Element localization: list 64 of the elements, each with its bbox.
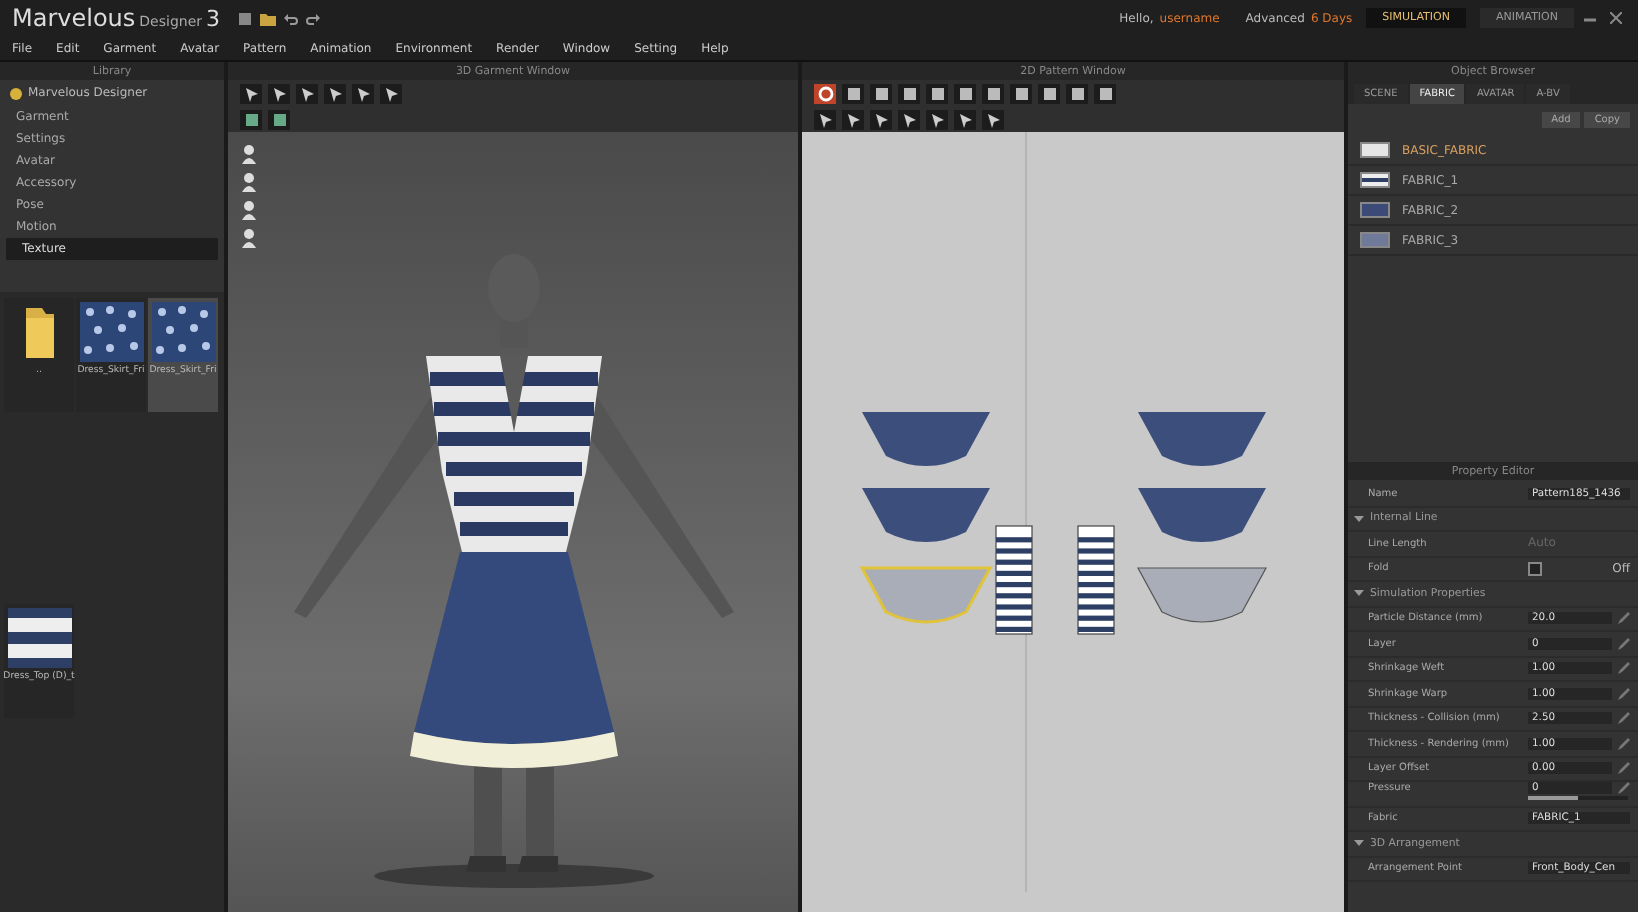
expand-arrow-icon[interactable] [1354, 513, 1364, 524]
avatar-view-button[interactable] [240, 172, 258, 192]
tool-button[interactable] [842, 83, 864, 103]
folder-button[interactable] [258, 10, 279, 28]
tool-button[interactable] [1038, 83, 1060, 103]
tool-button[interactable] [1066, 83, 1088, 103]
save-button[interactable] [236, 10, 255, 28]
redo-button[interactable] [304, 10, 323, 28]
tool-button[interactable] [842, 109, 864, 129]
tool-button[interactable] [380, 83, 402, 103]
pencil-icon[interactable] [1618, 712, 1630, 725]
tool-button[interactable] [898, 109, 920, 129]
pencil-icon[interactable] [1618, 782, 1630, 795]
folder-dot-icon [10, 87, 22, 99]
checkbox[interactable] [1528, 561, 1542, 576]
tool-button[interactable] [324, 83, 346, 103]
tool-button[interactable] [268, 83, 290, 103]
tool-button[interactable] [926, 109, 948, 129]
close-icon [1610, 12, 1622, 24]
tool-button[interactable] [870, 109, 892, 129]
pattern-piece[interactable] [1138, 488, 1266, 542]
tool-button[interactable] [926, 83, 948, 103]
expand-arrow-icon[interactable] [1354, 838, 1364, 849]
pattern-piece[interactable] [862, 488, 990, 542]
tool-button[interactable] [870, 83, 892, 103]
pencil-icon[interactable] [1618, 662, 1630, 675]
fabric-print-thumbnail [151, 302, 215, 362]
tool-button[interactable] [268, 109, 290, 129]
app-version: 3 [206, 6, 221, 32]
tool-button[interactable] [814, 109, 836, 129]
avatar-view-button[interactable] [240, 200, 258, 220]
app-logo-text: Marvelous [12, 4, 136, 32]
close-button[interactable] [1606, 8, 1626, 28]
pencil-icon[interactable] [1618, 612, 1630, 625]
tool-button[interactable] [982, 83, 1004, 103]
tool-button[interactable] [1010, 83, 1032, 103]
tool-button[interactable] [1094, 83, 1116, 103]
avatar-view-button[interactable] [240, 144, 258, 164]
avatar-view-button[interactable] [240, 228, 258, 248]
tool-button[interactable] [240, 109, 262, 129]
simulate-button[interactable] [814, 83, 836, 103]
slider-track[interactable] [1528, 796, 1628, 801]
undo-button[interactable] [282, 10, 301, 28]
tool-button[interactable] [352, 83, 374, 103]
tool-button[interactable] [982, 109, 1004, 129]
pencil-icon[interactable] [1618, 737, 1630, 750]
pencil-icon[interactable] [1618, 687, 1630, 700]
pattern-piece[interactable] [1137, 567, 1267, 623]
pattern-piece[interactable] [1138, 412, 1266, 466]
pattern-piece[interactable] [862, 412, 990, 466]
stripe-pattern-piece[interactable] [995, 525, 1033, 635]
expand-arrow-icon[interactable] [1354, 588, 1364, 599]
3d-viewport[interactable] [228, 132, 798, 912]
pencil-icon[interactable] [1618, 637, 1630, 650]
pencil-icon[interactable] [1618, 762, 1630, 775]
stripe-fabric-thumbnail [7, 607, 71, 667]
tool-button[interactable] [240, 83, 262, 103]
pattern-canvas[interactable] [802, 132, 1344, 912]
tool-button[interactable] [954, 109, 976, 129]
tool-button[interactable] [954, 83, 976, 103]
fabric-print-thumbnail [79, 302, 143, 362]
tool-button[interactable] [296, 83, 318, 103]
stripe-pattern-piece[interactable] [1077, 525, 1115, 635]
tool-button[interactable] [898, 83, 920, 103]
